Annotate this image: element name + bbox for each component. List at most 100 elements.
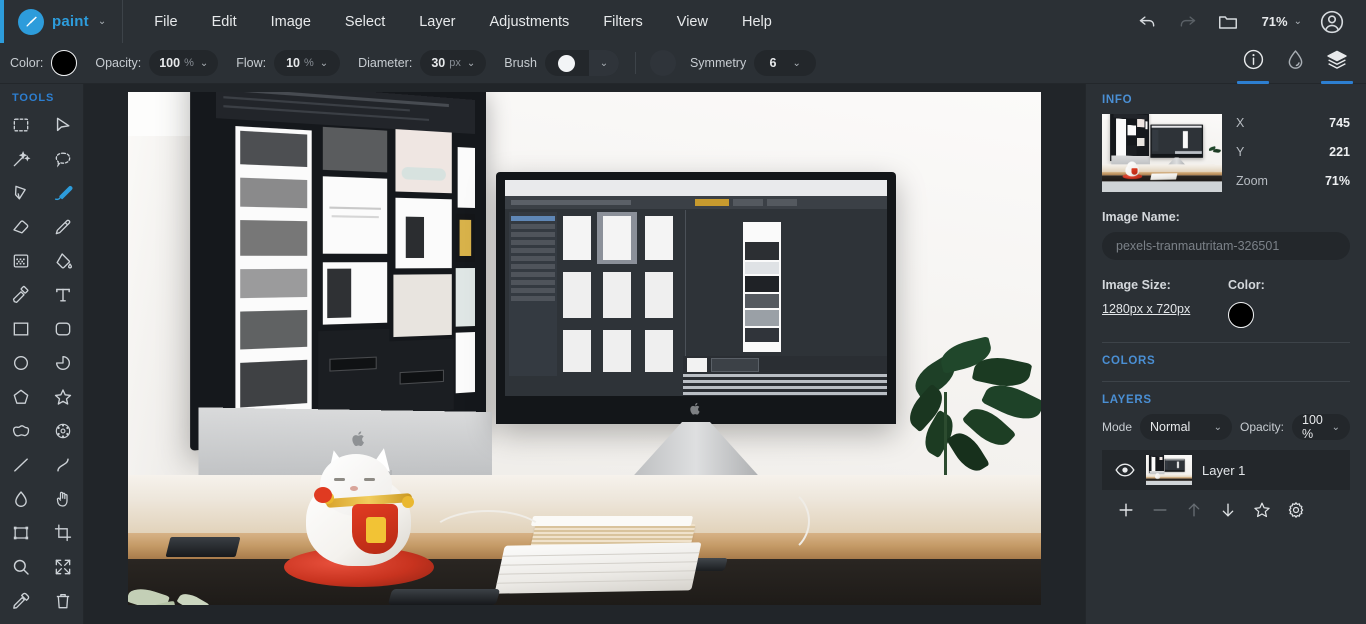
tools-panel-title: TOOLS: [12, 92, 55, 104]
tab-info[interactable]: [1232, 43, 1274, 84]
tool-ellipse[interactable]: [0, 346, 42, 380]
tool-clone-stamp[interactable]: [0, 278, 42, 312]
blend-mode-select[interactable]: Normal ⌄: [1140, 414, 1232, 440]
flow-input[interactable]: 10 % ⌄: [274, 50, 341, 76]
primary-color-swatch[interactable]: [51, 50, 78, 76]
zoom-level-selector[interactable]: 71% ⌄: [1248, 14, 1312, 29]
arrow-up-icon[interactable]: [1184, 500, 1204, 525]
user-account-icon[interactable]: [1312, 0, 1352, 43]
chevron-down-icon[interactable]: ⌄: [588, 50, 619, 76]
tool-curve[interactable]: [42, 448, 84, 482]
canvas-image[interactable]: [128, 92, 1041, 605]
minus-icon[interactable]: [1150, 500, 1170, 525]
application-body: TOOLS INFO X 745 Y 221 Zoom 71% Image Na…: [0, 84, 1366, 624]
star-icon[interactable]: [1252, 500, 1272, 525]
menu-view[interactable]: View: [660, 0, 725, 43]
plus-icon[interactable]: [1116, 500, 1136, 525]
tool-line[interactable]: [0, 448, 42, 482]
image-size-value[interactable]: 1280px x 720px: [1102, 302, 1228, 316]
brush-preset-selector[interactable]: ⌄: [544, 50, 619, 76]
tool-polygon[interactable]: [0, 380, 42, 414]
menu-bar: paint ⌄ File Edit Image Select Layer Adj…: [0, 0, 1366, 43]
tool-pie[interactable]: [42, 346, 84, 380]
menu-file[interactable]: File: [137, 0, 194, 43]
image-name-input[interactable]: pexels-tranmautritam-326501: [1102, 232, 1350, 260]
tool-magic-wand[interactable]: [0, 142, 42, 176]
water-drop-icon: [1284, 48, 1307, 76]
chevron-down-icon: ⌄: [319, 57, 329, 69]
tool-delete[interactable]: [42, 584, 84, 618]
tool-star[interactable]: [42, 380, 84, 414]
active-tab-underline: [1237, 81, 1269, 84]
right-monitor: [496, 172, 896, 424]
info-color-swatch[interactable]: [1228, 302, 1254, 328]
secondary-color-swatch[interactable]: [649, 50, 676, 76]
flow-value: 10: [286, 56, 300, 70]
eye-icon[interactable]: [1114, 459, 1136, 481]
right-monitor-screen: [505, 180, 887, 396]
tool-move[interactable]: [42, 108, 84, 142]
redo-arrow-icon[interactable]: [1168, 0, 1208, 43]
layer-actions: [1102, 490, 1350, 535]
tool-paintbrush[interactable]: [42, 176, 84, 210]
tool-text[interactable]: [42, 278, 84, 312]
layers-stack-icon: [1325, 48, 1349, 77]
folder-open-icon[interactable]: [1208, 0, 1248, 43]
undo-arrow-icon[interactable]: [1128, 0, 1168, 43]
symmetry-label: Symmetry: [689, 56, 747, 70]
tool-lasso-select[interactable]: [42, 142, 84, 176]
canvas-area[interactable]: [84, 84, 1085, 624]
tool-blur[interactable]: [0, 482, 42, 516]
tool-fullscreen[interactable]: [42, 550, 84, 584]
tool-rectangle-select[interactable]: [0, 108, 42, 142]
black-box-device: [165, 537, 241, 557]
tool-paint-bucket[interactable]: [42, 244, 84, 278]
image-thumbnail: [1102, 114, 1222, 192]
tool-pencil[interactable]: [42, 210, 84, 244]
layer-row[interactable]: Layer 1: [1102, 450, 1350, 490]
tool-zoom[interactable]: [0, 550, 42, 584]
arrow-down-icon[interactable]: [1218, 500, 1238, 525]
tool-blob[interactable]: [0, 414, 42, 448]
layer-opacity-select[interactable]: 100 % ⌄: [1292, 413, 1350, 441]
menu-help[interactable]: Help: [725, 0, 789, 43]
tool-hand[interactable]: [42, 482, 84, 516]
paint-application-window: paint ⌄ File Edit Image Select Layer Adj…: [0, 0, 1366, 624]
menu-select[interactable]: Select: [328, 0, 402, 43]
tool-flower[interactable]: [42, 414, 84, 448]
info-key-y: Y: [1236, 145, 1245, 159]
diameter-input[interactable]: 30 px ⌄: [420, 50, 487, 76]
chevron-down-icon: ⌄: [1331, 421, 1340, 433]
divider: [1102, 381, 1350, 382]
tab-layers[interactable]: [1316, 43, 1358, 84]
menu-layer[interactable]: Layer: [402, 0, 472, 43]
layer-thumbnail: [1146, 455, 1192, 485]
menu-image[interactable]: Image: [254, 0, 328, 43]
image-size-color-row: Image Size: 1280px x 720px Color:: [1102, 278, 1350, 328]
gear-icon[interactable]: [1286, 500, 1306, 525]
tab-colors[interactable]: [1274, 43, 1316, 84]
tool-pen[interactable]: [0, 176, 42, 210]
info-row-y: Y 221: [1236, 145, 1350, 159]
image-size-label: Image Size:: [1102, 278, 1171, 292]
menu-adjustments[interactable]: Adjustments: [473, 0, 587, 43]
zoom-level-value: 71%: [1261, 14, 1288, 29]
layer-opacity-label: Opacity:: [1240, 420, 1285, 434]
tool-rounded-rectangle[interactable]: [42, 312, 84, 346]
tool-rectangle[interactable]: [0, 312, 42, 346]
layer-name: Layer 1: [1202, 462, 1246, 478]
symmetry-input[interactable]: 6 ⌄: [754, 50, 817, 76]
brand-logo-button[interactable]: paint ⌄: [4, 0, 122, 43]
menu-edit[interactable]: Edit: [195, 0, 254, 43]
panel-tabs: [1232, 43, 1358, 84]
apple-logo-icon: [690, 402, 702, 421]
info-key-zoom: Zoom: [1236, 174, 1268, 188]
tool-crop[interactable]: [42, 516, 84, 550]
tool-color-picker[interactable]: [0, 584, 42, 618]
layer-opacity-value: 100 %: [1302, 413, 1323, 441]
tool-transform[interactable]: [0, 516, 42, 550]
opacity-input[interactable]: 100 % ⌄: [149, 50, 219, 76]
tool-pattern[interactable]: [0, 244, 42, 278]
tool-eraser[interactable]: [0, 210, 42, 244]
menu-filters[interactable]: Filters: [586, 0, 659, 43]
